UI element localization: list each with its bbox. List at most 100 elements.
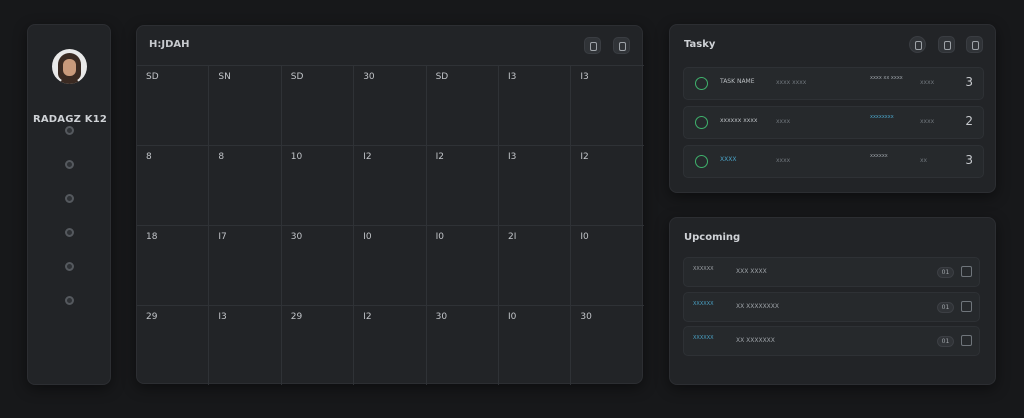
calendar-day-number: 8 [218,152,225,162]
item-count: 01 [937,302,954,313]
calendar-day-cell[interactable]: SD [426,65,499,145]
task-tag: xxxx xx xxxx [870,75,903,81]
task-checkbox[interactable] [695,116,708,129]
item-label: XXXXXX [693,266,714,272]
task-name: TASK NAME [720,78,755,85]
home-icon[interactable] [65,126,74,135]
upcoming-title: Upcoming [684,232,741,243]
calendar-day-cell[interactable]: I0 [426,225,499,305]
calendar-day-number: I2 [363,152,372,162]
task-count: 3 [965,75,973,89]
calendar-day-cell[interactable]: 10 [281,145,355,225]
item-label: XXXXXX [693,301,714,307]
list-item[interactable]: XXXXXX XX XXXXXXX 01 [683,326,980,356]
task-row[interactable]: xxxxxx xxxx xxxx xxxxxxxx xxxx 2 [683,106,984,139]
calendar-day-number: I0 [363,232,372,242]
calendar-day-number: 29 [290,312,303,322]
filter-icon[interactable] [909,36,926,53]
calendar-day-number: 30 [363,72,375,82]
task-sub: xxxx [776,157,791,164]
calendar-day-number: 30 [435,312,448,322]
tasks-icon[interactable] [65,194,74,203]
calendar-day-number: 8 [146,152,152,162]
chart-icon[interactable] [65,228,74,237]
calendar-day-cell[interactable]: I0 [571,225,644,305]
calendar-day-cell[interactable]: 30 [354,65,427,145]
task-sub: xxxx xxxx [776,79,807,86]
more-icon[interactable] [966,36,983,53]
calendar-day-cell[interactable]: I3 [571,65,644,145]
calendar-day-cell[interactable]: I2 [426,145,499,225]
tasks-panel: Tasky TASK NAME xxxx xxxx xxxx xx xxxx x… [669,24,996,193]
calendar-day-cell[interactable]: I2 [354,145,427,225]
next-month-button[interactable] [613,37,630,54]
list-item[interactable]: XXXXXX XXX XXXX 01 [683,257,980,287]
calendar-day-number: 10 [290,152,303,162]
calendar-day-cell[interactable]: SN [209,65,282,145]
calendar-day-cell[interactable]: I7 [209,225,282,305]
settings-icon[interactable] [65,262,74,271]
task-row[interactable]: XXXX xxxx xxxxxx xx 3 [683,145,984,178]
item-checkbox[interactable] [961,335,972,346]
calendar-day-number: 30 [580,312,592,322]
calendar-day-number: SN [218,72,231,82]
calendar-day-number: SD [290,72,304,82]
calendar-day-number: 30 [290,232,303,242]
prev-month-button[interactable] [584,37,601,54]
calendar-day-cell[interactable]: I2 [571,145,644,225]
upcoming-panel: Upcoming XXXXXX XXX XXXX 01 XXXXXX XX XX… [669,217,996,385]
avatar[interactable] [52,49,87,84]
calendar-day-number: SD [435,72,449,82]
calendar-day-cell[interactable]: I0 [354,225,427,305]
calendar-day-cell[interactable]: 30 [571,305,644,385]
calendar-day-cell[interactable]: I3 [499,65,572,145]
task-tag: xxxxxxxx [870,114,894,120]
user-name: RADAGZ K12 [32,114,108,125]
calendar-icon[interactable] [65,160,74,169]
calendar-day-number: I0 [435,232,444,242]
calendar-day-number: I0 [580,232,589,242]
list-item[interactable]: XXXXXX XX XXXXXXXX 01 [683,292,980,322]
calendar-day-cell[interactable]: SD [281,65,355,145]
item-checkbox[interactable] [961,266,972,277]
sidebar: RADAGZ K12 [27,24,111,385]
calendar-day-cell[interactable]: 18 [137,225,210,305]
calendar-day-number: I0 [508,312,517,322]
calendar-day-cell[interactable]: SD [137,65,210,145]
calendar-day-number: I3 [508,72,517,82]
calendar-day-cell[interactable]: I3 [209,305,282,385]
task-tag: xxxxxx [870,153,888,159]
calendar-day-number: 29 [146,312,158,322]
task-name: XXXX [720,156,737,163]
task-row[interactable]: TASK NAME xxxx xxxx xxxx xx xxxx xxxx 3 [683,67,984,100]
calendar-day-number: I2 [580,152,589,162]
calendar-day-cell[interactable]: 30 [281,225,355,305]
task-value: xx [920,157,928,164]
calendar-day-cell[interactable]: I0 [499,305,572,385]
calendar-day-number: I3 [508,152,517,162]
task-sub: xxxx [776,118,791,125]
calendar-grid: SD SN SD 30 SD I3 I3 8 8 10 I2 I2 I3 I2 18 I7 30 I0 I0 2I I0… [137,65,644,385]
task-checkbox[interactable] [695,77,708,90]
calendar-day-number: I2 [435,152,444,162]
calendar-day-number: I7 [218,232,227,242]
calendar-day-cell[interactable]: 29 [137,305,210,385]
calendar-day-cell[interactable]: 8 [209,145,282,225]
task-count: 3 [965,153,973,167]
help-icon[interactable] [65,296,74,305]
calendar-panel: H:JDAH SD SN SD 30 SD I3 I3 8 8 10 I2 I2 I3 I2 18 I7 30 I… [136,25,644,385]
calendar-day-cell[interactable]: 2I [499,225,572,305]
item-checkbox[interactable] [961,301,972,312]
item-desc: XX XXXXXXXX [736,303,780,310]
item-desc: XXX XXXX [736,268,767,275]
item-desc: XX XXXXXXX [736,337,775,344]
calendar-day-cell[interactable]: 8 [137,145,210,225]
calendar-day-cell[interactable]: 30 [426,305,499,385]
task-checkbox[interactable] [695,155,708,168]
calendar-day-number: 2I [508,232,517,242]
calendar-day-cell[interactable]: I3 [499,145,572,225]
calendar-day-cell[interactable]: 29 [281,305,355,385]
sort-icon[interactable] [938,36,955,53]
calendar-day-cell[interactable]: I2 [354,305,427,385]
task-name: xxxxxx xxxx [720,117,758,124]
